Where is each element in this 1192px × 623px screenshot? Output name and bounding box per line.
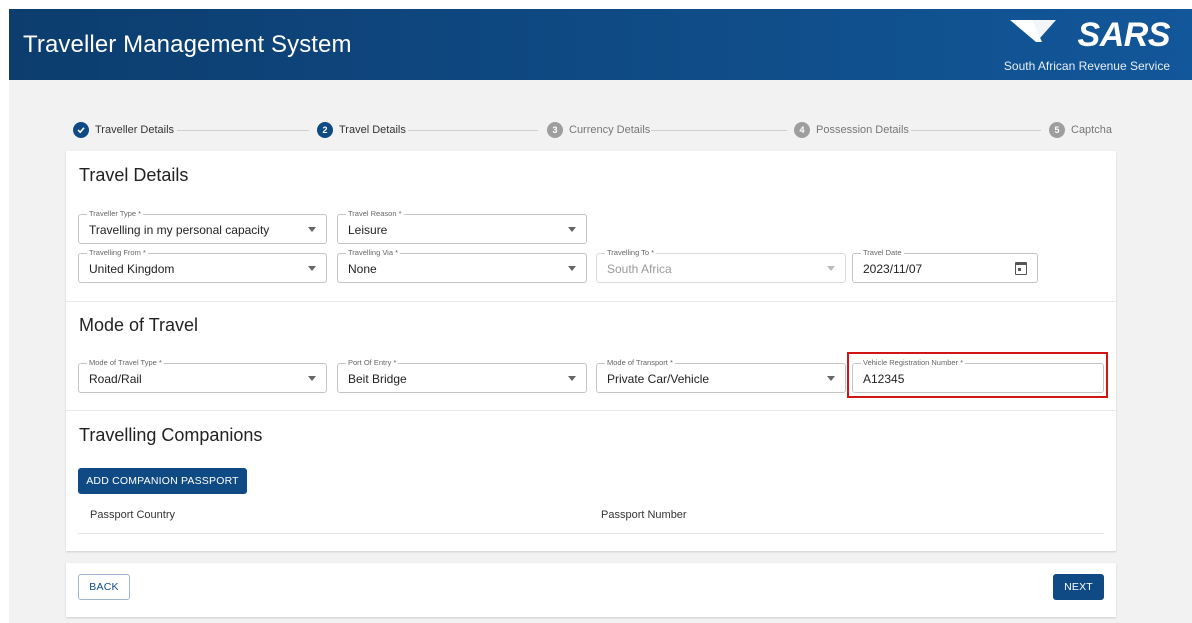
- travelling-from-label: Travelling From *: [87, 248, 148, 258]
- mode-of-travel-type-select[interactable]: Mode of Travel Type * Road/Rail: [78, 358, 327, 393]
- calendar-icon[interactable]: [1015, 262, 1027, 275]
- step-label: Possession Details: [816, 124, 909, 136]
- step-number-badge: 3: [547, 122, 563, 138]
- progress-stepper: Traveller Details 2 Travel Details 3 Cur…: [73, 121, 1112, 139]
- section-divider: [66, 301, 1116, 302]
- step-label: Traveller Details: [95, 124, 175, 136]
- step-connector: [408, 130, 538, 131]
- mode-of-travel-type-label: Mode of Travel Type *: [87, 358, 164, 368]
- step-number-badge: 4: [794, 122, 810, 138]
- mode-of-transport-select[interactable]: Mode of Transport * Private Car/Vehicle: [596, 358, 846, 393]
- left-edge: [0, 9, 9, 623]
- step-possession-details[interactable]: 4 Possession Details: [794, 121, 909, 139]
- travelling-via-select[interactable]: Travelling Via * None: [337, 248, 587, 283]
- travel-reason-select[interactable]: Travel Reason * Leisure: [337, 209, 587, 244]
- dropdown-arrow-icon: [568, 227, 576, 232]
- port-of-entry-label: Port Of Entry *: [346, 358, 399, 368]
- step-label: Captcha: [1071, 124, 1112, 136]
- dropdown-arrow-icon: [827, 266, 835, 271]
- back-button[interactable]: BACK: [78, 574, 130, 600]
- travel-form-card: Travel Details Traveller Type * Travelli…: [66, 151, 1116, 551]
- travelling-to-value: South Africa: [607, 262, 672, 276]
- travel-reason-value: Leisure: [348, 223, 388, 237]
- step-connector: [651, 130, 787, 131]
- dropdown-arrow-icon: [568, 266, 576, 271]
- step-traveller-details[interactable]: Traveller Details: [73, 121, 174, 139]
- step-connector: [177, 130, 309, 131]
- travel-reason-label: Travel Reason *: [346, 209, 404, 219]
- mode-of-transport-label: Mode of Transport *: [605, 358, 675, 368]
- navigation-card: BACK NEXT: [66, 563, 1116, 617]
- step-currency-details[interactable]: 3 Currency Details: [547, 121, 650, 139]
- app-header: Traveller Management System SARS South A…: [9, 9, 1192, 80]
- travelling-to-select: Travelling To * South Africa: [596, 248, 846, 283]
- dropdown-arrow-icon: [827, 376, 835, 381]
- check-icon: [73, 122, 89, 138]
- dropdown-arrow-icon: [568, 376, 576, 381]
- top-strip: [0, 0, 1192, 9]
- add-companion-passport-button[interactable]: ADD COMPANION PASSPORT: [78, 468, 247, 494]
- column-header-passport-country: Passport Country: [90, 509, 175, 521]
- highlight-box: [847, 352, 1108, 398]
- traveller-type-value: Travelling in my personal capacity: [89, 223, 270, 237]
- travel-date-input[interactable]: Travel Date 2023/11/07: [852, 248, 1038, 283]
- step-captcha[interactable]: 5 Captcha: [1049, 121, 1112, 139]
- sars-logo: SARS South African Revenue Service: [990, 16, 1171, 76]
- travelling-to-label: Travelling To *: [605, 248, 657, 258]
- sars-logo-text: SARS: [1077, 16, 1171, 54]
- traveller-type-select[interactable]: Traveller Type * Travelling in my person…: [78, 209, 327, 244]
- step-number-badge: 2: [317, 122, 333, 138]
- traveller-type-label: Traveller Type *: [87, 209, 144, 219]
- travelling-via-value: None: [348, 262, 377, 276]
- port-of-entry-value: Beit Bridge: [348, 372, 407, 386]
- app-title: Traveller Management System: [23, 31, 352, 58]
- travelling-via-label: Travelling Via *: [346, 248, 401, 258]
- mode-of-transport-value: Private Car/Vehicle: [607, 372, 710, 386]
- travelling-companions-title: Travelling Companions: [79, 425, 263, 445]
- next-button[interactable]: NEXT: [1053, 574, 1104, 600]
- step-number-badge: 5: [1049, 122, 1065, 138]
- travelling-from-select[interactable]: Travelling From * United Kingdom: [78, 248, 327, 283]
- travel-date-label: Travel Date: [861, 248, 904, 258]
- travel-date-value: 2023/11/07: [863, 262, 923, 276]
- mode-of-travel-title: Mode of Travel: [79, 315, 199, 335]
- travelling-from-value: United Kingdom: [89, 262, 175, 276]
- step-connector: [911, 130, 1041, 131]
- mode-of-travel-type-value: Road/Rail: [89, 372, 142, 386]
- travel-details-title: Travel Details: [79, 165, 189, 185]
- step-label: Travel Details: [339, 124, 406, 136]
- table-divider: [78, 533, 1104, 534]
- dropdown-arrow-icon: [308, 376, 316, 381]
- sars-logo-subtitle: South African Revenue Service: [1003, 59, 1170, 73]
- step-travel-details[interactable]: 2 Travel Details: [317, 121, 406, 139]
- dropdown-arrow-icon: [308, 266, 316, 271]
- column-header-passport-number: Passport Number: [601, 509, 687, 521]
- port-of-entry-select[interactable]: Port Of Entry * Beit Bridge: [337, 358, 587, 393]
- section-divider: [66, 410, 1116, 411]
- step-label: Currency Details: [569, 124, 651, 136]
- dropdown-arrow-icon: [308, 227, 316, 232]
